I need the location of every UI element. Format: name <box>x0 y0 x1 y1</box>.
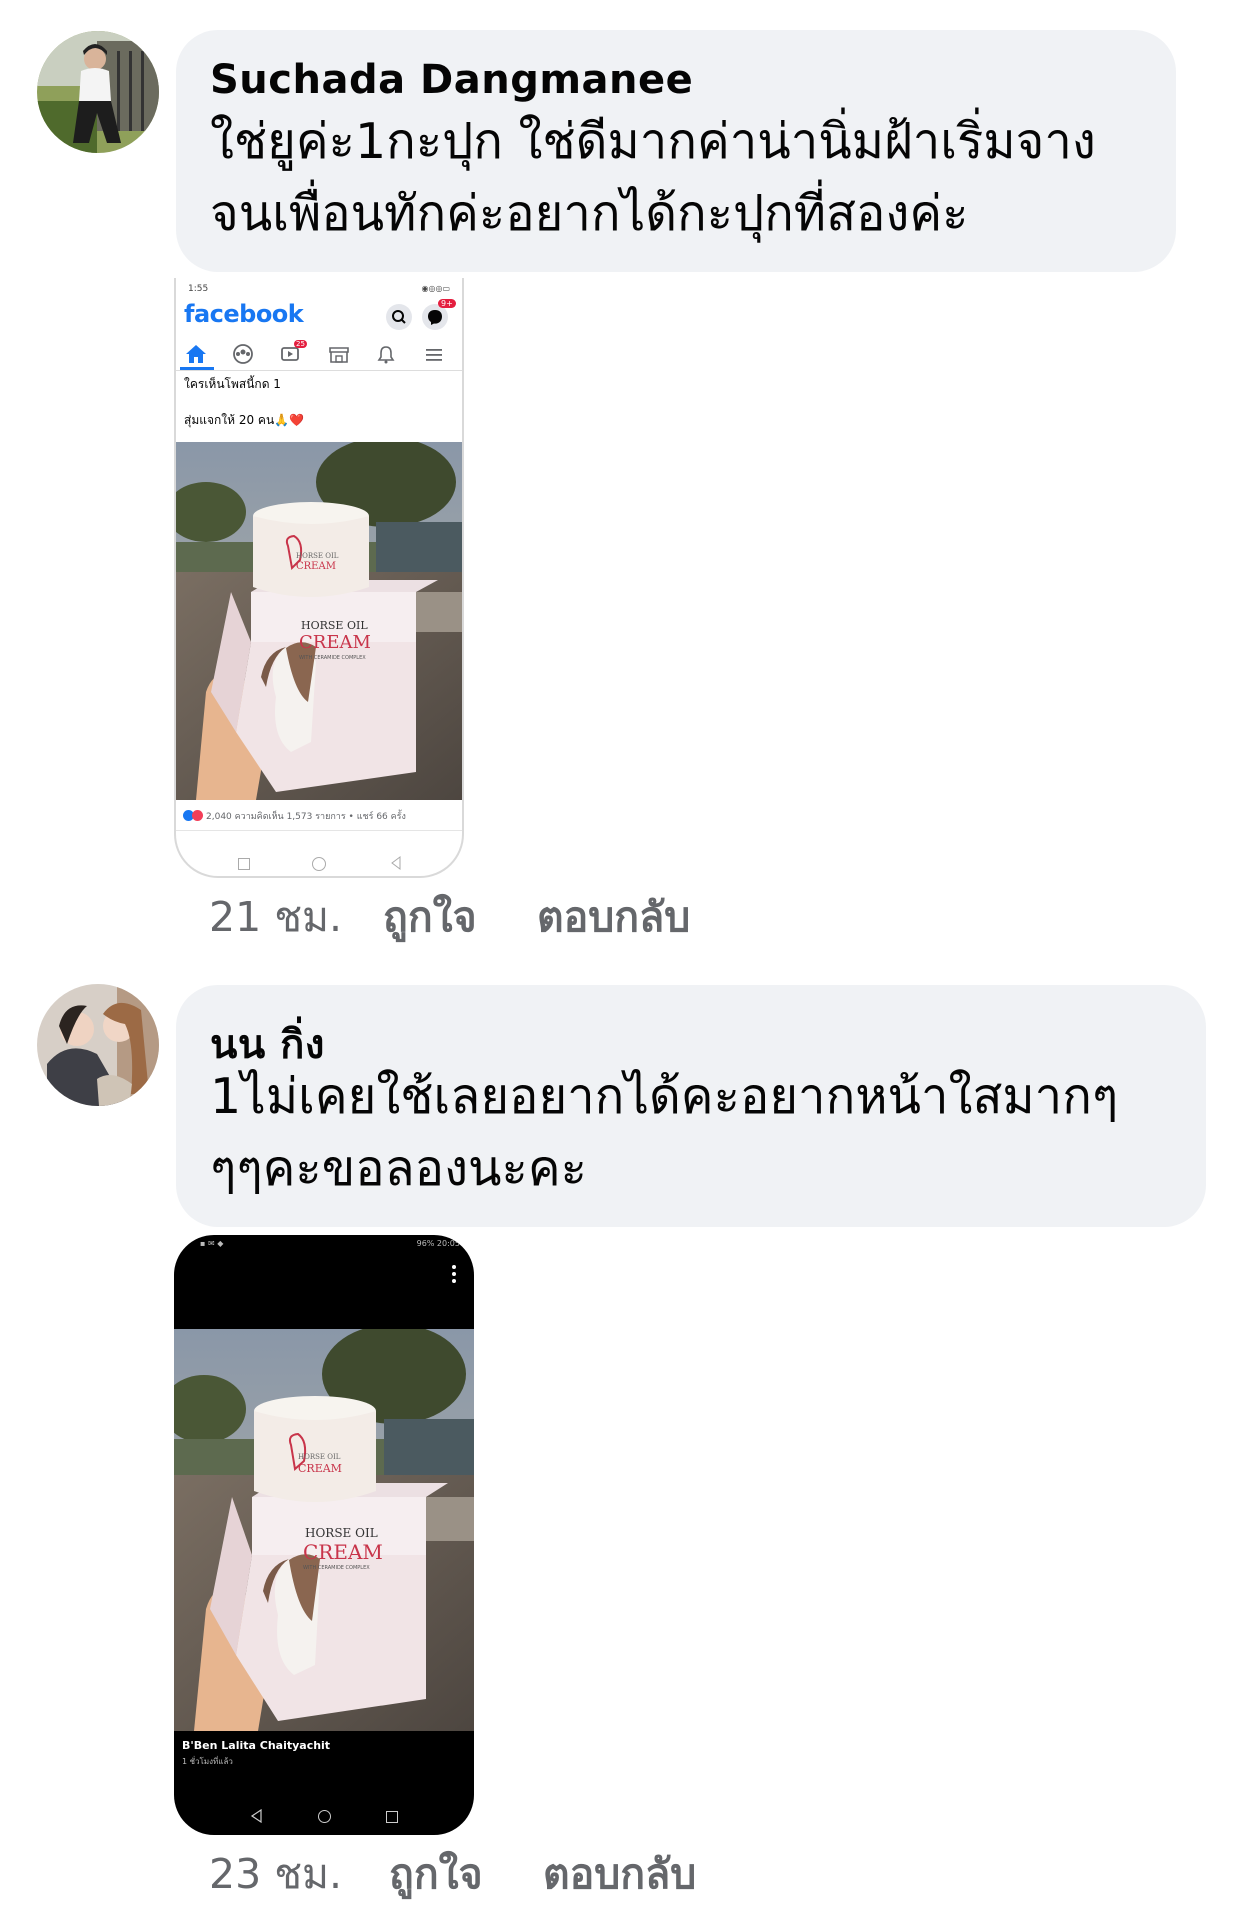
back-button[interactable] <box>250 1809 264 1823</box>
home-button[interactable] <box>312 857 326 871</box>
jar-brand-label: HORSE OIL <box>298 1453 341 1461</box>
recents-button[interactable] <box>386 1811 398 1823</box>
recents-button[interactable] <box>238 858 250 870</box>
status-time: 1:55 <box>188 284 209 294</box>
love-reaction-icon <box>192 810 203 821</box>
reply-button[interactable]: ตอบกลับ <box>543 1842 696 1907</box>
like-button[interactable]: ถูกใจ <box>389 1842 483 1907</box>
home-button[interactable] <box>318 1810 331 1823</box>
product-name-label: CREAM <box>299 632 371 653</box>
comment-image[interactable]: 1:55 ◉◎◎▭ facebook 9+ 25 ใครเห็นโพสนี้กด… <box>174 278 464 878</box>
reply-button[interactable]: ตอบกลับ <box>537 885 690 950</box>
search-icon[interactable] <box>386 304 412 330</box>
like-button[interactable]: ถูกใจ <box>383 885 477 950</box>
product-brand-label: HORSE OIL <box>301 619 368 632</box>
watch-badge: 25 <box>294 340 307 348</box>
product-photo: HORSE OIL CREAM WITH CERAMIDE COMPLEX HO… <box>174 1324 474 1731</box>
product-sub-label: WITH CERAMIDE COMPLEX <box>303 1565 370 1571</box>
jar-name-label: CREAM <box>296 561 336 572</box>
status-right: 96% 20:05 <box>416 1239 460 1248</box>
comment-author[interactable]: Suchada Dangmanee <box>210 57 693 103</box>
comment-text: ใช่ยูค่ะ1กะปุก ใช่ดีมากค่าน่านิ่มฝ้าเริ่… <box>210 113 1096 242</box>
groups-icon[interactable] <box>232 343 254 365</box>
bell-icon[interactable] <box>376 345 396 365</box>
home-tab-indicator <box>180 367 214 370</box>
post-text-line1: ใครเห็นโพสนี้กด 1 <box>184 377 281 391</box>
poster-name: B'Ben Lalita Chaityachit <box>182 1739 331 1752</box>
jar-brand-label: HORSE OIL <box>296 552 339 560</box>
more-options-icon[interactable] <box>452 1265 456 1283</box>
poster-time: 1 ชั่วโมงที่แล้ว <box>182 1757 233 1766</box>
comment-time[interactable]: 23 ชม. <box>209 1842 342 1907</box>
product-name-label: CREAM <box>303 1540 383 1564</box>
post-stats: 2,040 ความคิดเห็น 1,573 รายการ • แชร์ 66… <box>206 812 406 822</box>
product-photo: HORSE OIL CREAM WITH CERAMIDE COMPLEX HO… <box>176 437 462 800</box>
comment-bubble: Suchada Dangmanee ใช่ยูค่ะ1กะปุก ใช่ดีมา… <box>176 30 1176 272</box>
nav-bar: 25 <box>176 340 462 371</box>
status-left-icons: ▪ ✉ ◆ <box>200 1239 224 1248</box>
comment-time[interactable]: 21 ชม. <box>209 885 342 950</box>
product-brand-label: HORSE OIL <box>305 1526 378 1540</box>
avatar[interactable] <box>37 31 159 153</box>
jar-name-label: CREAM <box>298 1462 342 1475</box>
comment-text: 1ไม่เคยใช้เลยอยากได้คะอยากหน้าใสมากๆ ๆๆค… <box>210 1068 1119 1197</box>
notification-badge: 9+ <box>438 299 456 308</box>
product-sub-label: WITH CERAMIDE COMPLEX <box>299 655 366 661</box>
menu-icon[interactable] <box>424 345 444 365</box>
avatar[interactable] <box>37 984 159 1106</box>
post-text-line2: สุ่มแจกให้ 20 คน🙏❤️ <box>184 413 305 427</box>
comment-bubble: นน กิ่ง 1ไม่เคยใช้เลยอยากได้คะอยากหน้าใส… <box>176 985 1206 1227</box>
marketplace-icon[interactable] <box>328 345 350 365</box>
divider <box>176 830 462 831</box>
back-button[interactable] <box>390 856 402 870</box>
status-icons: ◉◎◎▭ <box>421 284 451 293</box>
facebook-logo: facebook <box>184 300 304 328</box>
home-icon[interactable] <box>184 344 208 364</box>
comment-image[interactable]: ▪ ✉ ◆ 96% 20:05 HORSE OIL CREAM WITH CER… <box>174 1235 474 1835</box>
watch-icon[interactable] <box>280 345 302 365</box>
